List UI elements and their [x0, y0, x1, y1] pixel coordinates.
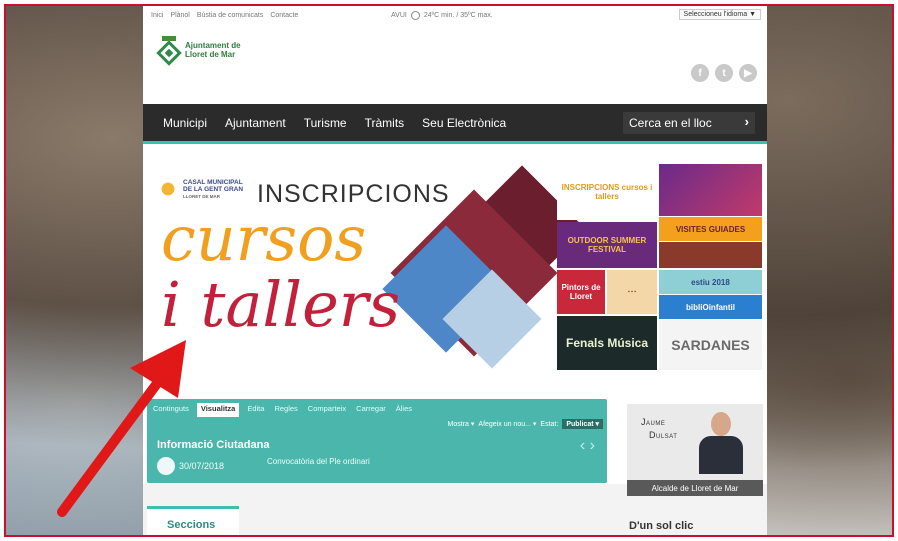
publicat-menu[interactable]: Publicat ▾	[562, 419, 603, 429]
tile-history[interactable]	[659, 242, 762, 268]
info-ciutadana-title[interactable]: Informació Ciutadana	[157, 439, 269, 451]
weather-label: AVUI	[391, 12, 407, 19]
nav-item-turisme[interactable]: Turisme	[304, 116, 347, 130]
tab-carregar[interactable]: Carregar	[354, 403, 388, 417]
tab-regles[interactable]: Regles	[272, 403, 299, 417]
site-logo[interactable]: Ajuntament de Lloret de Mar	[156, 36, 241, 66]
nav-item-ajuntament[interactable]: Ajuntament	[225, 116, 286, 130]
banner-cursos: cursos	[161, 202, 367, 275]
search-input[interactable]: Cerca en el lloc ›	[623, 112, 755, 134]
social-links: f t ▶	[691, 64, 757, 82]
logo-line1: Ajuntament de	[185, 41, 241, 50]
logo-line2: Lloret de Mar	[185, 50, 236, 59]
cms-actions: Mostra ▾ Afegeix un nou... ▾ Estat: Publ…	[448, 419, 603, 429]
tile-event[interactable]	[659, 164, 762, 216]
banner-tallers: i tallers	[161, 268, 401, 341]
tab-comparteix[interactable]: Comparteix	[306, 403, 348, 417]
sun-icon	[157, 178, 179, 200]
tile-pintors[interactable]: Pintors de Lloret	[557, 270, 605, 314]
tile-estiu[interactable]: estiu 2018	[659, 270, 762, 294]
weather-temps: 24ºC min. / 35ºC max.	[423, 12, 493, 19]
tile-sardanes[interactable]: SARDANES	[659, 320, 762, 370]
mayor-first-name: Jaume	[641, 417, 666, 427]
carousel-arrows-icon[interactable]: ‹ ›	[580, 437, 595, 455]
tab-seccions[interactable]: Seccions	[147, 506, 239, 535]
casal-line2: DE LA GENT GRAN	[183, 185, 244, 193]
mayor-photo	[699, 410, 743, 474]
language-select[interactable]: Seleccioneu l'idioma ▼	[678, 9, 761, 20]
tile-dates[interactable]: ▪ ▪ ▪	[607, 270, 657, 314]
weather-icon	[410, 11, 420, 20]
casal-line3: LLORET DE MAR	[183, 193, 220, 199]
tab-visualitza[interactable]: Visualitza	[196, 403, 240, 417]
link-contacte[interactable]: Contacte	[270, 12, 298, 19]
logo-emblem-icon	[156, 36, 182, 66]
tile-fenals[interactable]: Fenals Música	[557, 316, 657, 370]
banner-tiles: INSCRIPCIONS cursos i tallers VISITES GU…	[557, 164, 762, 370]
web-page: Inici Plànol Bústia de comunicats Contac…	[143, 6, 767, 535]
tile-visites[interactable]: VISITES GUIADES	[659, 217, 762, 241]
mostra-menu[interactable]: Mostra ▾	[448, 420, 475, 428]
twitter-icon[interactable]: t	[715, 64, 733, 82]
logo-text: Ajuntament de Lloret de Mar	[185, 41, 241, 59]
link-planol[interactable]: Plànol	[170, 12, 189, 19]
facebook-icon[interactable]: f	[691, 64, 709, 82]
weather-widget: AVUI 24ºC min. / 35ºC max.	[391, 11, 493, 20]
tab-edita[interactable]: Edita	[245, 403, 266, 417]
tile-cursos[interactable]: INSCRIPCIONS cursos i tallers	[557, 164, 657, 220]
tab-continguts[interactable]: Continguts	[151, 403, 191, 417]
cms-tabs: Continguts Visualitza Edita Regles Compa…	[147, 403, 414, 417]
mayor-name: Jaume Dulsat	[641, 416, 677, 442]
hero-banner[interactable]: CASAL MUNICIPAL DE LA GENT GRAN LLORET D…	[147, 164, 762, 370]
link-bustia[interactable]: Bústia de comunicats	[197, 12, 264, 19]
utility-links: Inici Plànol Bústia de comunicats Contac…	[151, 12, 303, 19]
screenshot-frame: Inici Plànol Bústia de comunicats Contac…	[4, 4, 894, 537]
tile-biblioinfantil[interactable]: bibliOinfantil	[659, 295, 762, 319]
news-date: 30/07/2018	[179, 461, 225, 471]
search-submit-icon[interactable]: ›	[745, 114, 749, 129]
casal-logo: CASAL MUNICIPAL DE LA GENT GRAN LLORET D…	[157, 178, 243, 200]
tab-alies[interactable]: Àlies	[394, 403, 414, 417]
estat-label: Estat:	[540, 420, 559, 428]
nav-item-tramits[interactable]: Tràmits	[365, 116, 405, 130]
mayor-last-name: Dulsat	[649, 430, 678, 440]
main-nav: Municipi Ajuntament Turisme Tràmits Seu …	[143, 104, 767, 144]
calendar-icon	[157, 457, 175, 475]
search-placeholder: Cerca en el lloc	[629, 116, 712, 130]
tile-outdoor[interactable]: OUTDOOR SUMMER FESTIVAL	[557, 222, 657, 268]
seccions-label: Seccions	[167, 519, 216, 531]
dun-sol-clic-heading: D'un sol clic	[629, 520, 694, 532]
afegeix-menu[interactable]: Afegeix un nou... ▾	[478, 420, 536, 428]
mayor-caption: Alcalde de Lloret de Mar	[627, 480, 763, 496]
cms-editing-panel: Continguts Visualitza Edita Regles Compa…	[147, 399, 607, 483]
link-inici[interactable]: Inici	[151, 12, 163, 19]
youtube-icon[interactable]: ▶	[739, 64, 757, 82]
nav-item-seu-electronica[interactable]: Seu Electrònica	[422, 116, 506, 130]
mayor-card[interactable]: Jaume Dulsat Alcalde de Lloret de Mar	[627, 404, 763, 496]
casal-line1: CASAL MUNICIPAL	[183, 178, 243, 186]
nav-item-municipi[interactable]: Municipi	[163, 116, 207, 130]
news-item[interactable]: Convocatòria del Ple ordinari	[267, 457, 370, 466]
utility-bar: Inici Plànol Bústia de comunicats Contac…	[143, 6, 767, 24]
